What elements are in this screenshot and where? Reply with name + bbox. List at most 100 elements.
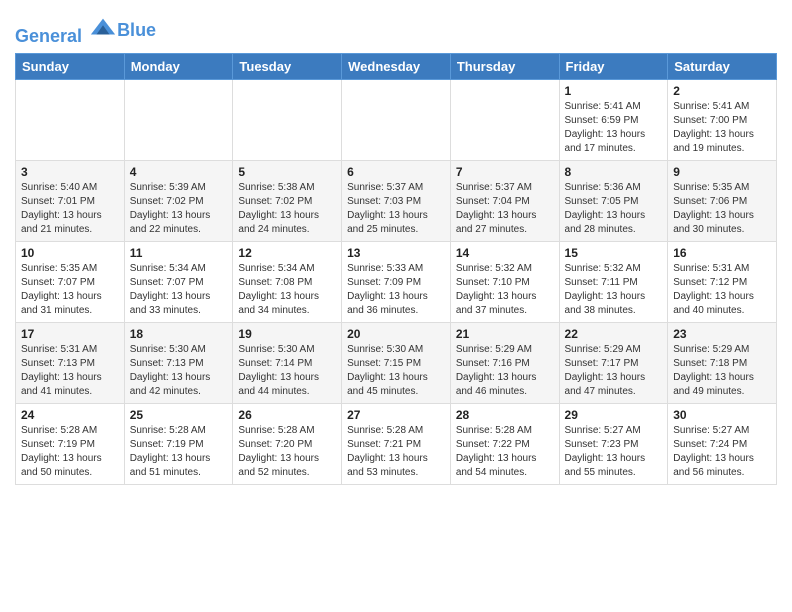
day-cell: 27 Sunrise: 5:28 AMSunset: 7:21 PMDayligh… bbox=[342, 403, 451, 484]
day-number: 29 bbox=[565, 408, 663, 422]
day-cell: 28 Sunrise: 5:28 AMSunset: 7:22 PMDayligh… bbox=[450, 403, 559, 484]
header: General Blue bbox=[15, 10, 777, 47]
calendar: SundayMondayTuesdayWednesdayThursdayFrid… bbox=[15, 53, 777, 485]
day-info: Sunrise: 5:35 AMSunset: 7:07 PMDaylight:… bbox=[21, 262, 119, 318]
day-number: 5 bbox=[238, 165, 336, 179]
day-info: Sunrise: 5:27 AMSunset: 7:24 PMDaylight:… bbox=[673, 424, 771, 480]
day-number: 19 bbox=[238, 327, 336, 341]
day-cell: 20Sunrise: 5:30 AMSunset: 7:15 PMDayligh… bbox=[342, 322, 451, 403]
logo-blue-text: Blue bbox=[117, 21, 156, 41]
day-info: Sunrise: 5:31 AMSunset: 7:12 PMDaylight:… bbox=[673, 262, 771, 318]
day-number: 2 bbox=[673, 84, 771, 98]
day-number: 24 bbox=[21, 408, 119, 422]
day-cell: 5 Sunrise: 5:38 AMSunset: 7:02 PMDaylight… bbox=[233, 160, 342, 241]
day-number: 4 bbox=[130, 165, 228, 179]
day-cell: 8 Sunrise: 5:36 AMSunset: 7:05 PMDaylight… bbox=[559, 160, 668, 241]
col-header-friday: Friday bbox=[559, 53, 668, 79]
day-info: Sunrise: 5:38 AMSunset: 7:02 PMDaylight:… bbox=[238, 181, 336, 237]
day-cell: 26 Sunrise: 5:28 AMSunset: 7:20 PMDayligh… bbox=[233, 403, 342, 484]
day-number: 12 bbox=[238, 246, 336, 260]
day-cell: 15 Sunrise: 5:32 AMSunset: 7:11 PMDayligh… bbox=[559, 241, 668, 322]
calendar-header-row: SundayMondayTuesdayWednesdayThursdayFrid… bbox=[16, 53, 777, 79]
day-cell bbox=[450, 79, 559, 160]
day-info: Sunrise: 5:28 AMSunset: 7:22 PMDaylight:… bbox=[456, 424, 554, 480]
day-cell bbox=[16, 79, 125, 160]
col-header-sunday: Sunday bbox=[16, 53, 125, 79]
day-cell: 18 Sunrise: 5:30 AMSunset: 7:13 PMDayligh… bbox=[124, 322, 233, 403]
day-info: Sunrise: 5:34 AMSunset: 7:07 PMDaylight:… bbox=[130, 262, 228, 318]
day-number: 26 bbox=[238, 408, 336, 422]
week-row-3: 10 Sunrise: 5:35 AMSunset: 7:07 PMDayligh… bbox=[16, 241, 777, 322]
day-number: 3 bbox=[21, 165, 119, 179]
day-cell: 10 Sunrise: 5:35 AMSunset: 7:07 PMDayligh… bbox=[16, 241, 125, 322]
day-number: 30 bbox=[673, 408, 771, 422]
day-info: Sunrise: 5:41 AMSunset: 6:59 PMDaylight:… bbox=[565, 100, 663, 156]
day-info: Sunrise: 5:37 AMSunset: 7:03 PMDaylight:… bbox=[347, 181, 445, 237]
day-cell: 2 Sunrise: 5:41 AMSunset: 7:00 PMDaylight… bbox=[668, 79, 777, 160]
day-cell: 12 Sunrise: 5:34 AMSunset: 7:08 PMDayligh… bbox=[233, 241, 342, 322]
day-number: 15 bbox=[565, 246, 663, 260]
day-cell: 22 Sunrise: 5:29 AMSunset: 7:17 PMDayligh… bbox=[559, 322, 668, 403]
day-number: 25 bbox=[130, 408, 228, 422]
day-number: 17 bbox=[21, 327, 119, 341]
day-cell: 23Sunrise: 5:29 AMSunset: 7:18 PMDayligh… bbox=[668, 322, 777, 403]
day-number: 20 bbox=[347, 327, 445, 341]
day-number: 28 bbox=[456, 408, 554, 422]
day-cell: 13Sunrise: 5:33 AMSunset: 7:09 PMDayligh… bbox=[342, 241, 451, 322]
day-cell: 6Sunrise: 5:37 AMSunset: 7:03 PMDaylight… bbox=[342, 160, 451, 241]
day-cell: 16 Sunrise: 5:31 AMSunset: 7:12 PMDayligh… bbox=[668, 241, 777, 322]
day-info: Sunrise: 5:40 AMSunset: 7:01 PMDaylight:… bbox=[21, 181, 119, 237]
logo: General Blue bbox=[15, 14, 156, 47]
day-info: Sunrise: 5:37 AMSunset: 7:04 PMDaylight:… bbox=[456, 181, 554, 237]
day-number: 16 bbox=[673, 246, 771, 260]
day-number: 27 bbox=[347, 408, 445, 422]
day-number: 10 bbox=[21, 246, 119, 260]
day-number: 11 bbox=[130, 246, 228, 260]
day-cell: 3 Sunrise: 5:40 AMSunset: 7:01 PMDaylight… bbox=[16, 160, 125, 241]
day-cell bbox=[124, 79, 233, 160]
day-info: Sunrise: 5:28 AMSunset: 7:21 PMDaylight:… bbox=[347, 424, 445, 480]
day-number: 9 bbox=[673, 165, 771, 179]
day-cell: 1 Sunrise: 5:41 AMSunset: 6:59 PMDaylight… bbox=[559, 79, 668, 160]
day-number: 7 bbox=[456, 165, 554, 179]
day-number: 22 bbox=[565, 327, 663, 341]
day-info: Sunrise: 5:28 AMSunset: 7:20 PMDaylight:… bbox=[238, 424, 336, 480]
day-info: Sunrise: 5:30 AMSunset: 7:13 PMDaylight:… bbox=[130, 343, 228, 399]
day-cell: 4 Sunrise: 5:39 AMSunset: 7:02 PMDaylight… bbox=[124, 160, 233, 241]
logo-icon bbox=[89, 14, 117, 42]
day-info: Sunrise: 5:28 AMSunset: 7:19 PMDaylight:… bbox=[21, 424, 119, 480]
day-cell: 9Sunrise: 5:35 AMSunset: 7:06 PMDaylight… bbox=[668, 160, 777, 241]
day-info: Sunrise: 5:36 AMSunset: 7:05 PMDaylight:… bbox=[565, 181, 663, 237]
day-number: 18 bbox=[130, 327, 228, 341]
day-info: Sunrise: 5:32 AMSunset: 7:11 PMDaylight:… bbox=[565, 262, 663, 318]
day-number: 8 bbox=[565, 165, 663, 179]
day-info: Sunrise: 5:29 AMSunset: 7:17 PMDaylight:… bbox=[565, 343, 663, 399]
day-cell: 19 Sunrise: 5:30 AMSunset: 7:14 PMDayligh… bbox=[233, 322, 342, 403]
day-number: 1 bbox=[565, 84, 663, 98]
col-header-tuesday: Tuesday bbox=[233, 53, 342, 79]
week-row-4: 17Sunrise: 5:31 AMSunset: 7:13 PMDayligh… bbox=[16, 322, 777, 403]
col-header-wednesday: Wednesday bbox=[342, 53, 451, 79]
day-info: Sunrise: 5:41 AMSunset: 7:00 PMDaylight:… bbox=[673, 100, 771, 156]
day-cell bbox=[342, 79, 451, 160]
day-info: Sunrise: 5:30 AMSunset: 7:14 PMDaylight:… bbox=[238, 343, 336, 399]
day-cell: 7 Sunrise: 5:37 AMSunset: 7:04 PMDaylight… bbox=[450, 160, 559, 241]
day-cell: 14Sunrise: 5:32 AMSunset: 7:10 PMDayligh… bbox=[450, 241, 559, 322]
day-cell: 24 Sunrise: 5:28 AMSunset: 7:19 PMDayligh… bbox=[16, 403, 125, 484]
col-header-thursday: Thursday bbox=[450, 53, 559, 79]
day-info: Sunrise: 5:34 AMSunset: 7:08 PMDaylight:… bbox=[238, 262, 336, 318]
col-header-saturday: Saturday bbox=[668, 53, 777, 79]
day-info: Sunrise: 5:28 AMSunset: 7:19 PMDaylight:… bbox=[130, 424, 228, 480]
day-info: Sunrise: 5:33 AMSunset: 7:09 PMDaylight:… bbox=[347, 262, 445, 318]
day-number: 14 bbox=[456, 246, 554, 260]
week-row-2: 3 Sunrise: 5:40 AMSunset: 7:01 PMDaylight… bbox=[16, 160, 777, 241]
day-number: 21 bbox=[456, 327, 554, 341]
day-info: Sunrise: 5:27 AMSunset: 7:23 PMDaylight:… bbox=[565, 424, 663, 480]
day-info: Sunrise: 5:39 AMSunset: 7:02 PMDaylight:… bbox=[130, 181, 228, 237]
week-row-1: 1 Sunrise: 5:41 AMSunset: 6:59 PMDaylight… bbox=[16, 79, 777, 160]
day-cell: 29 Sunrise: 5:27 AMSunset: 7:23 PMDayligh… bbox=[559, 403, 668, 484]
day-cell: 17Sunrise: 5:31 AMSunset: 7:13 PMDayligh… bbox=[16, 322, 125, 403]
day-cell: 30 Sunrise: 5:27 AMSunset: 7:24 PMDayligh… bbox=[668, 403, 777, 484]
col-header-monday: Monday bbox=[124, 53, 233, 79]
day-number: 23 bbox=[673, 327, 771, 341]
